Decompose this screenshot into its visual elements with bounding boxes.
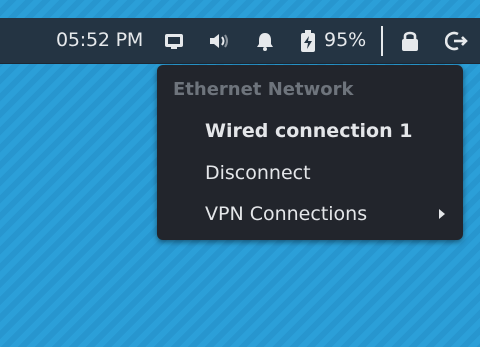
- menu-header: Ethernet Network: [173, 79, 354, 100]
- menu-item-label: VPN Connections: [205, 203, 368, 225]
- network-menu: Ethernet Network Wired connection 1 Disc…: [157, 65, 463, 240]
- submenu-arrow-icon: [439, 209, 445, 219]
- battery-charging-icon[interactable]: [296, 29, 320, 53]
- menu-item-vpn-connections[interactable]: VPN Connections: [157, 196, 463, 232]
- menu-item-label: Wired connection 1: [205, 120, 413, 142]
- panel-separator: [381, 26, 383, 56]
- logout-icon[interactable]: [445, 29, 469, 53]
- menu-item-wired-connection[interactable]: Wired connection 1: [157, 113, 463, 149]
- battery-percentage[interactable]: 95%: [324, 18, 366, 63]
- menu-item-label: Disconnect: [205, 162, 311, 184]
- menu-item-disconnect[interactable]: Disconnect: [157, 155, 463, 191]
- top-panel: 05:52 PM 95%: [0, 18, 480, 64]
- lock-icon[interactable]: [398, 29, 422, 53]
- notification-bell-icon[interactable]: [253, 29, 277, 53]
- screen-icon[interactable]: [162, 29, 186, 53]
- clock[interactable]: 05:52 PM: [56, 18, 143, 63]
- volume-icon[interactable]: [207, 29, 231, 53]
